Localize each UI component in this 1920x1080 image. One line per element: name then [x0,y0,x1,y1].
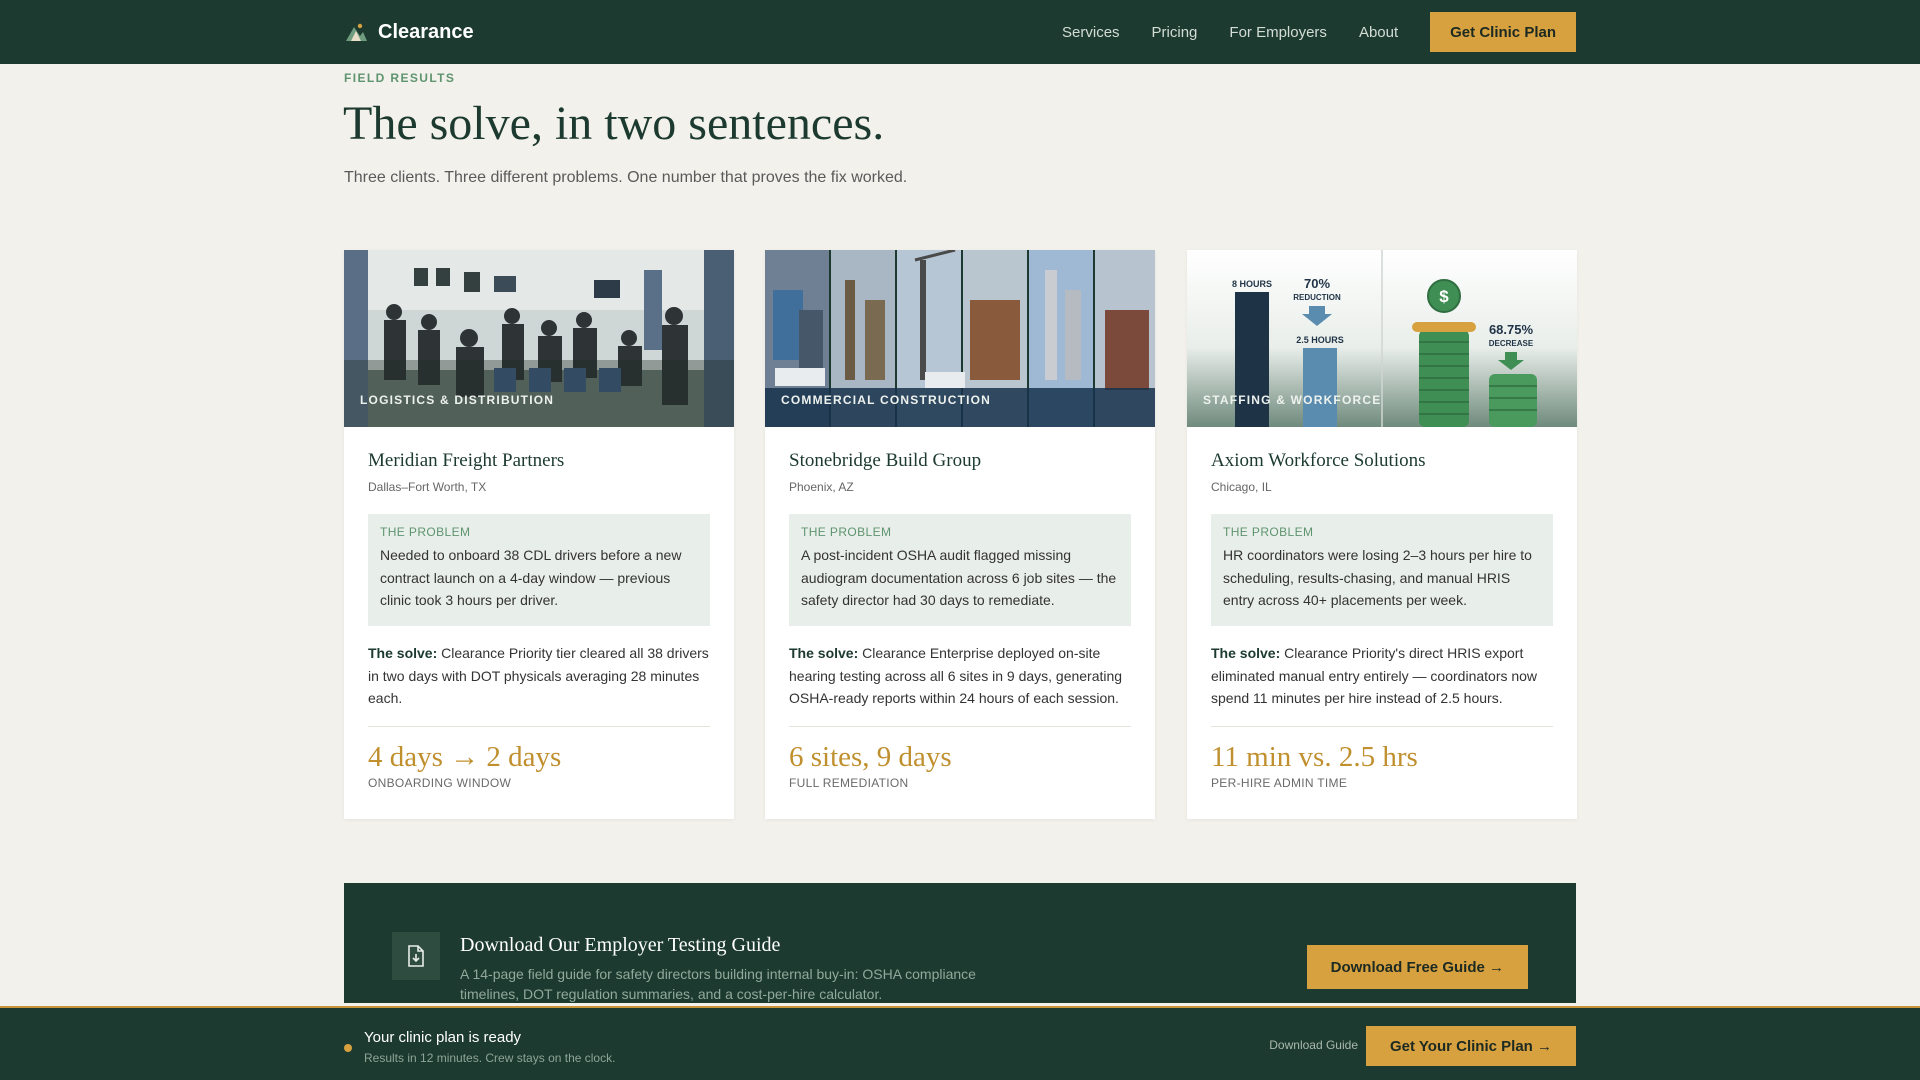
page-subtitle: Three clients. Three different problems.… [344,169,908,186]
nav-link-for-employers[interactable]: For Employers [1229,24,1327,41]
nav-link-pricing[interactable]: Pricing [1152,24,1198,41]
sticky-subtitle: Results in 12 minutes. Crew stays on the… [364,1051,616,1065]
solve-text: The solve: Clearance Enterprise deployed… [789,642,1131,710]
card-image-construction: COMMERCIAL CONSTRUCTION [765,250,1155,427]
case-study-card-axiom: 8 HOURS 2.5 HOURS 70% REDUCTION $ 68.75%… [1187,250,1577,819]
status-dot-icon [344,1044,352,1052]
result-metric: 4 days → 2 days [368,740,562,773]
client-location: Dallas–Fort Worth, TX [368,480,487,494]
industry-tag: COMMERCIAL CONSTRUCTION [781,393,992,407]
guide-title: Download Our Employer Testing Guide [460,934,781,956]
result-metric-label: PER-HIRE ADMIN TIME [1211,775,1348,790]
nav-link-services[interactable]: Services [1062,24,1120,41]
dollar-symbol: $ [1439,287,1449,306]
get-your-clinic-plan-button[interactable]: Get Your Clinic Plan → [1366,1026,1576,1066]
problem-label: THE PROBLEM [380,525,471,539]
result-metric: 11 min vs. 2.5 hrs [1211,740,1418,773]
client-name: Meridian Freight Partners [368,450,565,471]
problem-box: THE PROBLEM A post-incident OSHA audit f… [789,514,1131,626]
client-location: Chicago, IL [1211,480,1272,494]
result-metric: 6 sites, 9 days [789,740,952,773]
client-location: Phoenix, AZ [789,480,854,494]
problem-box: THE PROBLEM Needed to onboard 38 CDL dri… [368,514,710,626]
solve-label: The solve: [368,645,438,661]
top-navbar: Clearance Services Pricing For Employers… [0,0,1920,64]
nav-link-about[interactable]: About [1359,24,1398,41]
main-nav: Services Pricing For Employers About Get… [1030,12,1576,52]
reduction-label: REDUCTION [1293,293,1341,302]
card-image-staffing: 8 HOURS 2.5 HOURS 70% REDUCTION $ 68.75%… [1187,250,1577,427]
download-free-guide-button[interactable]: Download Free Guide → [1306,945,1528,989]
problem-label: THE PROBLEM [801,525,892,539]
section-eyebrow: FIELD RESULTS [344,71,456,85]
problem-text: Needed to onboard 38 CDL drivers before … [380,547,682,608]
decrease-value: 68.75% [1489,322,1534,337]
card-image-logistics: LOGISTICS & DISTRIBUTION [344,250,734,427]
solve-text: The solve: Clearance Priority tier clear… [368,642,710,710]
guide-description: A 14-page field guide for safety directo… [460,966,976,1002]
bar-bottom-label: 2.5 HOURS [1296,335,1344,345]
card-divider [789,725,1131,727]
guide-download-banner: Download Our Employer Testing Guide A 14… [344,883,1576,1003]
decrease-label: DECREASE [1489,339,1534,348]
sticky-title: Your clinic plan is ready [364,1029,522,1046]
brand-name: Clearance [378,20,474,43]
case-study-card-meridian: LOGISTICS & DISTRIBUTION Meridian Freigh… [344,250,734,819]
industry-tag: LOGISTICS & DISTRIBUTION [360,393,555,407]
solve-text: The solve: Clearance Priority's direct H… [1211,642,1553,710]
result-metric-label: FULL REMEDIATION [789,775,909,790]
card-divider [368,725,710,727]
problem-box: THE PROBLEM HR coordinators were losing … [1211,514,1553,626]
document-download-icon [392,932,440,980]
solve-label: The solve: [789,645,859,661]
bar-2-5-hours [1303,348,1337,427]
problem-text: HR coordinators were losing 2–3 hours pe… [1223,547,1532,608]
client-name: Axiom Workforce Solutions [1211,450,1426,471]
solve-label: The solve: [1211,645,1281,661]
problem-label: THE PROBLEM [1223,525,1314,539]
mountain-logo-icon [346,23,367,41]
get-clinic-plan-button[interactable]: Get Clinic Plan [1430,12,1576,52]
industry-tag: STAFFING & WORKFORCE [1203,393,1382,407]
result-metric-label: ONBOARDING WINDOW [368,775,512,790]
case-study-card-stonebridge: COMMERCIAL CONSTRUCTION Stonebridge Buil… [765,250,1155,819]
bar-top-label: 8 HOURS [1232,279,1272,289]
card-divider [1211,725,1553,727]
problem-text: A post-incident OSHA audit flagged missi… [801,547,1117,608]
download-guide-link[interactable]: Download Guide [1269,1038,1358,1052]
client-name: Stonebridge Build Group [789,450,982,471]
brand-logo[interactable]: Clearance [344,20,474,44]
sticky-cta-bar: Your clinic plan is ready Results in 12 … [0,1006,1920,1080]
page-title: The solve, in two sentences. [343,97,885,150]
reduction-value: 70% [1304,276,1330,291]
